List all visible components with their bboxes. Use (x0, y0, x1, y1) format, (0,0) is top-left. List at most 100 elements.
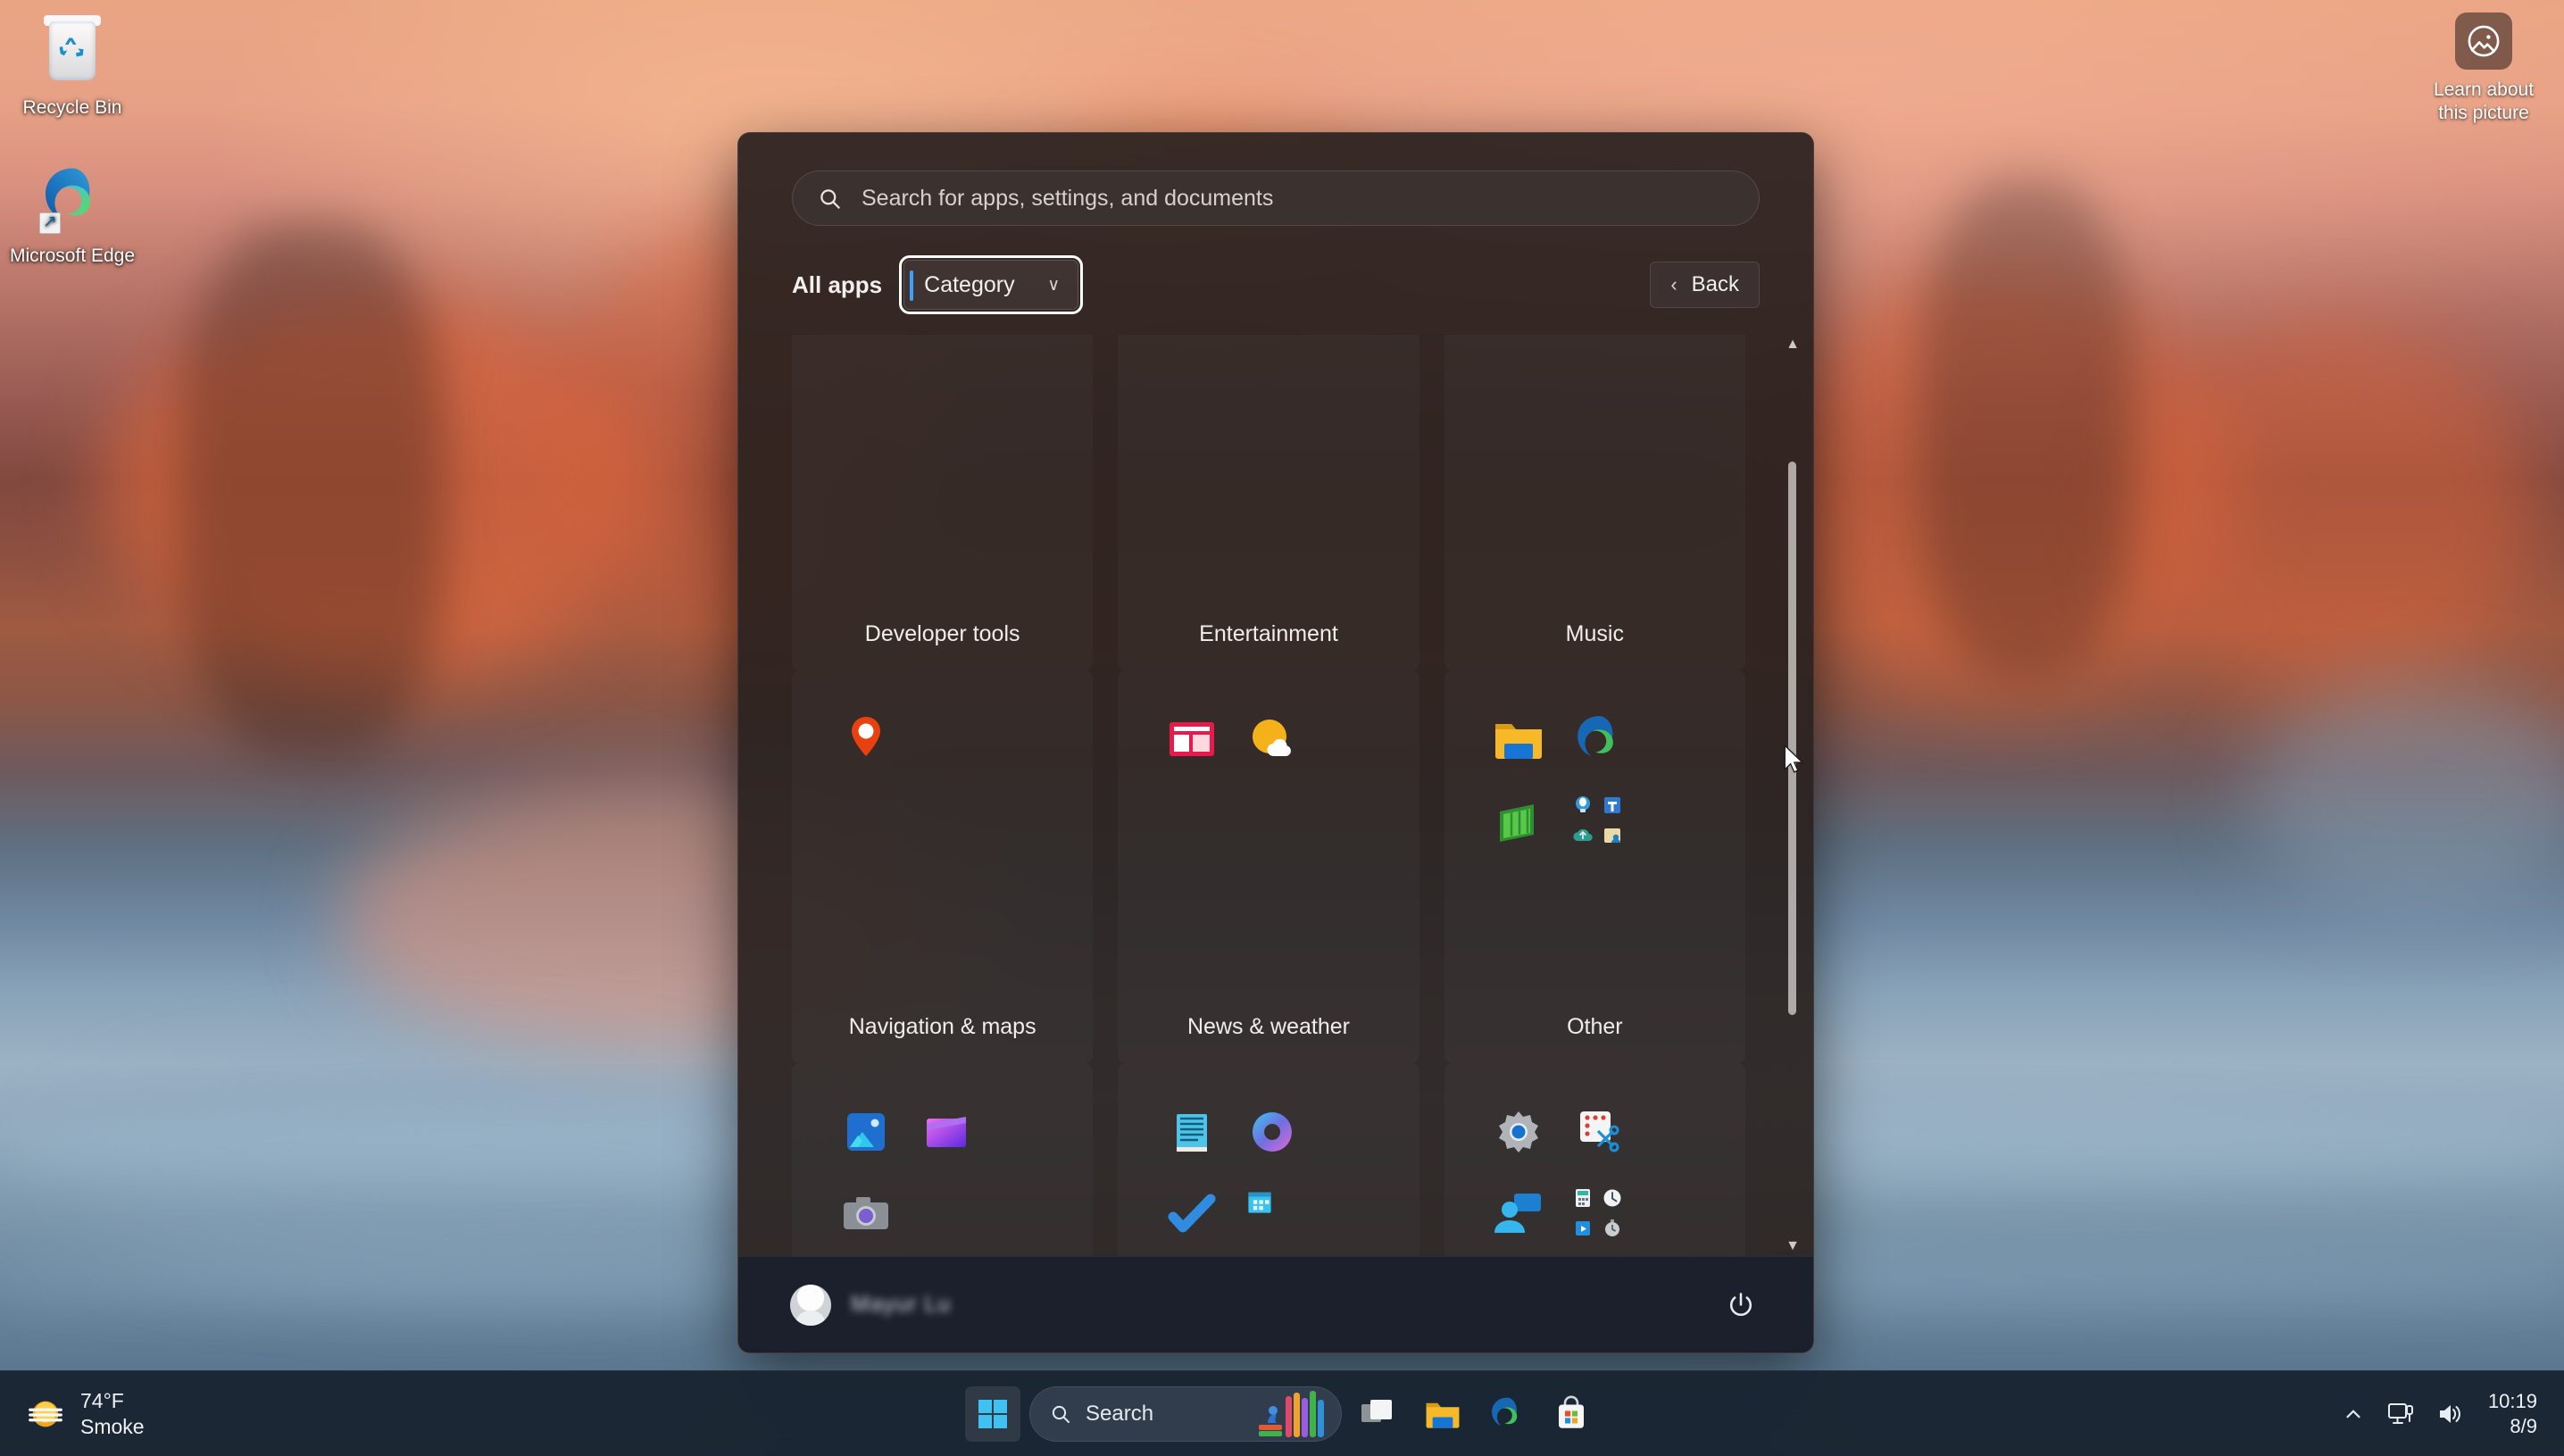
category-scroll-area[interactable]: Developer tools Entertainment Music Navi… (738, 335, 1813, 1256)
microsoft-store-button[interactable] (1544, 1386, 1599, 1442)
back-button-label: Back (1691, 272, 1739, 296)
search-icon (1052, 1405, 1070, 1423)
scroll-up-arrow-icon[interactable]: ▲ (1786, 335, 1800, 354)
scrollbar-track[interactable] (1785, 354, 1801, 1236)
settings-gear-icon (1491, 1104, 1546, 1160)
all-apps-label: All apps (792, 270, 883, 298)
camera-icon (838, 1186, 894, 1242)
edge-icon (1492, 1397, 1518, 1426)
tips-bulb-icon (1575, 796, 1590, 812)
speaker-icon (2439, 1405, 2460, 1423)
scrollbar-thumb[interactable] (1788, 462, 1796, 1015)
microsoft-edge-icon: ↗ (34, 161, 111, 237)
start-search-placeholder: Search for apps, settings, and documents (862, 185, 1274, 211)
taskbar-search-box[interactable]: Search (1029, 1385, 1342, 1442)
tray-network-button[interactable] (2377, 1386, 2424, 1442)
clock-icon (1603, 1189, 1621, 1207)
category-card-utilities-tools[interactable]: Utilities & tools (1444, 1063, 1745, 1256)
file-explorer-button[interactable] (1415, 1386, 1470, 1442)
people-icon (1491, 1186, 1546, 1242)
category-label: News & weather (1186, 1014, 1350, 1039)
microsoft-365-icon (1245, 1104, 1300, 1160)
to-do-checkmark-icon (1164, 1186, 1220, 1242)
tray-volume-button[interactable] (2427, 1386, 2472, 1442)
category-icon-preview (1444, 670, 1745, 1014)
desktop-icon-recycle-bin[interactable]: Recycle Bin (5, 12, 139, 120)
haze-sun-icon (29, 1401, 62, 1427)
category-icon-preview (1444, 335, 1745, 621)
search-illustration (1259, 1390, 1324, 1437)
start-menu-footer: Mayur Lu (738, 1256, 1813, 1352)
start-menu[interactable]: Search for apps, settings, and documents… (737, 132, 1814, 1353)
all-apps-row: All apps Category ∨ ‹ Back (738, 226, 1813, 314)
category-icon-preview (792, 1063, 1093, 1256)
task-view-button[interactable] (1351, 1386, 1406, 1442)
desktop-icon-label: Microsoft Edge (9, 245, 136, 266)
category-card-music[interactable]: Music (1444, 335, 1745, 670)
desktop-icon-microsoft-edge[interactable]: ↗ Microsoft Edge (5, 161, 139, 268)
category-dropdown[interactable]: Category ∨ (899, 255, 1084, 314)
chevron-up-icon (2346, 1410, 2360, 1419)
wallpaper-blur-shape (1768, 268, 2232, 696)
back-button[interactable]: ‹ Back (1650, 262, 1760, 308)
wallpaper-blur-shape (107, 295, 661, 678)
category-card-photos-media[interactable]: Photos & media (792, 1063, 1093, 1256)
monitor-network-icon (2387, 1403, 2413, 1424)
shortcut-arrow-icon: ↗ (39, 212, 61, 234)
category-card-news-weather[interactable]: News & weather (1118, 670, 1419, 1063)
start-menu-scrollbar[interactable]: ▲ ▼ (1785, 335, 1801, 1256)
system-tray: 10:19 8/9 (2333, 1371, 2564, 1456)
tray-time: 10:19 (2487, 1389, 2537, 1412)
picture-circle-icon[interactable] (2455, 12, 2512, 70)
start-button[interactable] (965, 1385, 1020, 1442)
scroll-down-arrow-icon[interactable]: ▼ (1786, 1236, 1800, 1256)
windows-logo-icon (978, 1399, 1007, 1428)
category-card-navigation-maps[interactable]: Navigation & maps (792, 670, 1093, 1063)
category-label: Navigation & maps (848, 1014, 1036, 1039)
microsoft-edge-icon (1571, 711, 1627, 767)
store-icon (1559, 1394, 1584, 1428)
photos-icon (838, 1104, 894, 1160)
category-icon-preview (792, 670, 1093, 1014)
user-name-label: Mayur Lu (851, 1292, 952, 1317)
taskbar-search-label: Search (1086, 1401, 1154, 1426)
category-card-other[interactable]: Other (1444, 670, 1745, 1063)
wallpaper-blur-shape (179, 223, 446, 759)
weather-widget[interactable]: 74°F Smoke (5, 1380, 166, 1448)
category-card-productivity[interactable]: Productivity (1118, 1063, 1419, 1256)
category-label: Other (1567, 1014, 1623, 1039)
taskbar[interactable]: 74°F Smoke Search 10:19 8/9 (0, 1370, 2564, 1456)
desktop[interactable]: Recycle Bin ↗ Microsoft Edge Learn about… (0, 0, 2564, 1456)
excel-green-icon (1491, 794, 1546, 849)
tray-clock[interactable]: 10:19 8/9 (2476, 1389, 2544, 1439)
user-avatar-icon (790, 1284, 831, 1326)
msn-news-icon (1164, 711, 1220, 767)
calculator-icon (1575, 1189, 1590, 1207)
tray-chevron-up-button[interactable] (2333, 1386, 2374, 1442)
teams-icon (1604, 797, 1621, 813)
microsoft-edge-button[interactable] (1479, 1386, 1535, 1442)
contacts-card-icon (1604, 828, 1621, 843)
category-label: Developer tools (864, 621, 1020, 646)
category-label: Music (1565, 621, 1624, 646)
task-view-icon (1361, 1399, 1392, 1422)
learn-about-this-picture[interactable]: Learn about this picture (2412, 12, 2555, 126)
category-icon-preview (792, 335, 1093, 621)
weather-temperature: 74°F (80, 1389, 124, 1413)
category-icon-preview (1118, 670, 1419, 1014)
category-card-entertainment[interactable]: Entertainment (1118, 335, 1419, 670)
start-search-input[interactable]: Search for apps, settings, and documents (792, 171, 1760, 226)
category-icon-preview (1118, 1063, 1419, 1256)
mini-apps-grid-icon (1571, 794, 1627, 849)
category-card-developer-tools[interactable]: Developer tools (792, 335, 1093, 670)
stopwatch-icon (1605, 1219, 1620, 1236)
learn-picture-line2: this picture (2438, 103, 2529, 124)
start-search-row: Search for apps, settings, and documents (738, 133, 1813, 226)
category-icon-preview (1118, 335, 1419, 621)
weather-condition: Smoke (80, 1414, 145, 1438)
taskbar-center: Search (965, 1385, 1599, 1442)
mini-utilities-grid-icon (1571, 1186, 1627, 1242)
weather-sun-cloud-icon (1245, 711, 1300, 767)
power-button[interactable] (1720, 1285, 1761, 1326)
user-account-button[interactable]: Mayur Lu (790, 1284, 952, 1326)
